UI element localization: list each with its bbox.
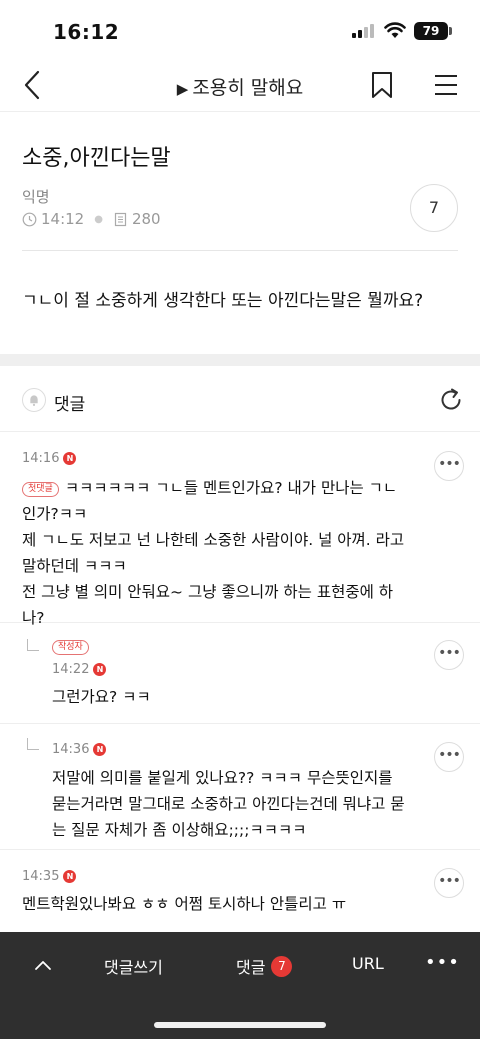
post-title: 소중,아낀다는말 — [22, 146, 171, 171]
status-bar: 16:12 79 — [0, 0, 480, 60]
comment-line-text: ㅋㅋㅋㅋㅋㅋ ㄱㄴ들 멘트인가요? 내가 만나는 ㄱㄴ — [64, 479, 398, 497]
comment-line: 첫댓글 ㅋㅋㅋㅋㅋㅋ ㄱㄴ들 멘트인가요? 내가 만나는 ㄱㄴ — [22, 475, 412, 501]
comment-text: 첫댓글 ㅋㅋㅋㅋㅋㅋ ㄱㄴ들 멘트인가요? 내가 만나는 ㄱㄴ 인가?ㅋㅋ 제 ㄱ… — [22, 475, 412, 631]
post-time: 14:12 — [41, 210, 85, 228]
comments-header: 댓글 — [0, 366, 480, 432]
comment-time: 14:36 N — [52, 742, 107, 757]
bookmark-icon[interactable] — [369, 70, 395, 100]
comments-count-badge: 7 — [271, 955, 293, 977]
comment-time-label: 14:22 — [52, 662, 90, 677]
new-badge: N — [93, 743, 107, 756]
comments-title: 댓글 — [54, 395, 86, 415]
comment-line: 말하던데 ㅋㅋㅋ — [22, 557, 127, 575]
comment-line: 그런가요? ㅋㅋ — [52, 688, 151, 706]
comment-time: 14:35 N — [22, 869, 77, 884]
chevron-up-icon[interactable] — [32, 954, 54, 976]
clock-icon — [22, 212, 37, 226]
hamburger-menu-icon[interactable] — [433, 72, 459, 98]
comment-more-button[interactable]: ••• — [434, 742, 464, 772]
comment-time-label: 14:36 — [52, 742, 90, 757]
comment-time: 14:22 N — [52, 662, 107, 677]
new-badge: N — [63, 452, 77, 465]
cellular-signal-icon — [352, 24, 374, 38]
comment-time-label: 14:35 — [22, 869, 60, 884]
url-button[interactable]: URL — [352, 954, 384, 973]
post-author: 익명 — [22, 188, 50, 206]
write-comment-button[interactable]: 댓글쓰기 — [104, 954, 163, 978]
comment-time-label: 14:16 — [22, 451, 60, 466]
bell-icon[interactable] — [22, 388, 46, 412]
battery-indicator: 79 — [414, 22, 448, 40]
reply-arrow-icon — [27, 639, 39, 651]
section-divider — [0, 354, 480, 366]
post-body: ㄱㄴ이 절 소중하게 생각한다 또는 아낀다는말은 뭘까요? — [22, 291, 424, 311]
comment-line: 묻는거라면 말그대로 소중하고 아낀다는건데 뭐냐고 묻 — [52, 795, 405, 813]
first-comment-tag: 첫댓글 — [22, 482, 59, 497]
comments-button-label: 댓글 — [236, 958, 266, 977]
post-meta: 14:12 ● 280 — [22, 210, 161, 228]
comment-text: 저말에 의미를 붙일게 있나요?? ㅋㅋㅋ 무슨뜻인지를 묻는거라면 말그대로 … — [52, 765, 422, 843]
more-options-button[interactable]: ••• — [425, 952, 460, 973]
views-icon — [114, 212, 127, 226]
play-icon: ▶ — [176, 80, 189, 98]
comment-line: 멘트학원있나봐요 ㅎㅎ 어쩜 토시하나 안틀리고 ㅠ — [22, 895, 347, 913]
comment-item: 14:35 N ••• 멘트학원있나봐요 ㅎㅎ 어쩜 토시하나 안틀리고 ㅠ — [0, 850, 480, 932]
comment-line: 저말에 의미를 붙일게 있나요?? ㅋㅋㅋ 무슨뜻인지를 — [52, 769, 393, 787]
post-views: 280 — [131, 210, 161, 228]
new-badge: N — [63, 870, 77, 883]
home-indicator — [154, 1022, 326, 1028]
battery-tip — [449, 27, 452, 35]
meta-separator: ● — [94, 213, 103, 225]
reply-item: 작성자 14:22 N ••• 그런가요? ㅋㅋ — [0, 623, 480, 724]
comments-button[interactable]: 댓글 7 — [236, 954, 293, 978]
comment-time: 14:16 N — [22, 451, 77, 466]
board-title[interactable]: ▶ 조용히 말해요 — [0, 73, 480, 100]
comment-more-button[interactable]: ••• — [434, 640, 464, 670]
comment-text: 그런가요? ㅋㅋ — [52, 684, 422, 710]
new-badge: N — [93, 663, 107, 676]
comment-item: 14:16 N ••• 첫댓글 ㅋㅋㅋㅋㅋㅋ ㄱㄴ들 멘트인가요? 내가 만나는 ㄱ… — [0, 433, 480, 627]
comment-more-button[interactable]: ••• — [434, 868, 464, 898]
comment-line: 전 그냥 별 의미 안둬요~ 그냥 좋으니까 하는 표현중에 하 — [22, 583, 394, 601]
board-title-label: 조용히 말해요 — [192, 77, 304, 99]
reply-arrow-icon — [27, 738, 39, 750]
wifi-icon — [384, 22, 406, 38]
nav-bar: ▶ 조용히 말해요 — [0, 60, 480, 112]
comment-text: 멘트학원있나봐요 ㅎㅎ 어쩜 토시하나 안틀리고 ㅠ — [22, 891, 422, 917]
author-tag: 작성자 — [52, 640, 89, 655]
post-divider — [22, 250, 458, 251]
comment-count-button[interactable]: 7 — [410, 184, 458, 232]
status-time: 16:12 — [53, 20, 120, 44]
comment-line: 인가?ㅋㅋ — [22, 505, 88, 523]
refresh-icon[interactable] — [438, 387, 464, 413]
comment-more-button[interactable]: ••• — [434, 451, 464, 481]
reply-item: 14:36 N ••• 저말에 의미를 붙일게 있나요?? ㅋㅋㅋ 무슨뜻인지를 … — [0, 724, 480, 850]
comment-line: 는 질문 자체가 좀 이상해요;;;;ㅋㅋㅋㅋ — [52, 821, 307, 839]
comment-line: 제 ㄱㄴ도 저보고 넌 나한테 소중한 사람이야. 널 아껴. 라고 — [22, 531, 405, 549]
